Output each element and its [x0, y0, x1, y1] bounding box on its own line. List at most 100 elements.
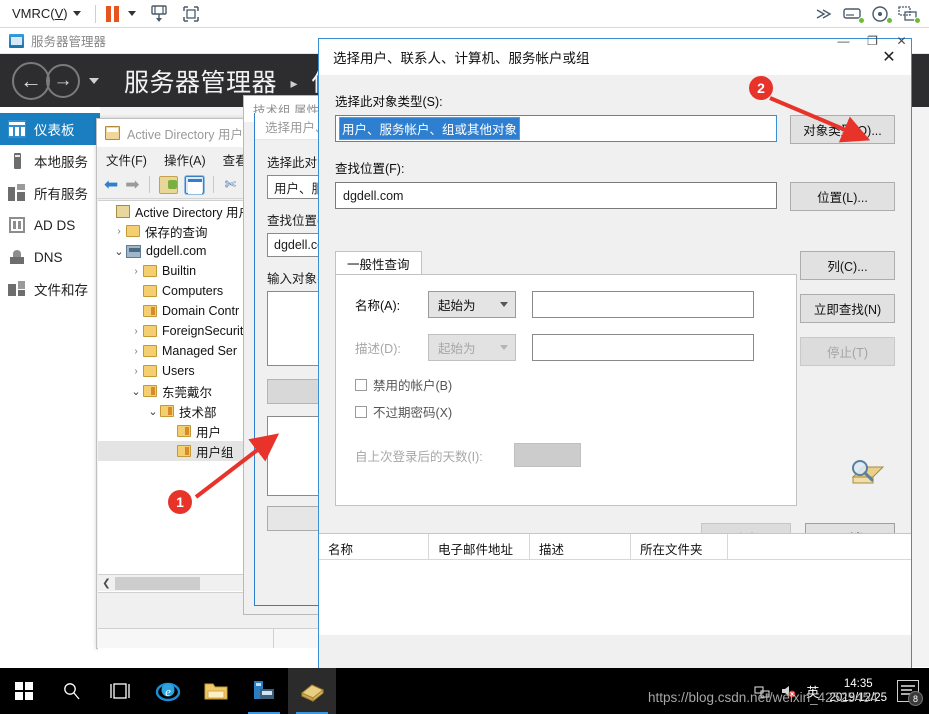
vmrc-toolbar: VMRC(V) [0, 0, 929, 28]
locations-button[interactable]: 位置(L)... [790, 182, 895, 211]
object-types-button[interactable]: 对象类型(O)... [790, 115, 895, 144]
network-adapter-icon[interactable] [897, 4, 921, 24]
breadcrumb: 服务器管理器 ▸ 仪 [124, 63, 337, 99]
chevrons-right-icon[interactable] [813, 4, 837, 24]
folder-icon [143, 365, 157, 377]
folder-icon [143, 285, 157, 297]
menu-action[interactable]: 操作(A) [164, 150, 206, 169]
disabled-accounts-checkbox[interactable] [355, 378, 367, 391]
vmrc-menu-button[interactable]: VMRC(V) [8, 4, 85, 23]
file-explorer-icon[interactable] [192, 668, 240, 714]
days-since-logon-row: 自上次登录后的天数(I): [336, 443, 796, 467]
task-view-icon[interactable] [96, 668, 144, 714]
scroll-left-icon[interactable]: ❮ [98, 578, 115, 589]
select-users-dialog: 选择用户、联系人、计算机、服务帐户或组 ✕ 选择此对象类型(S): 用户、服务帐… [318, 38, 912, 675]
tree-item-label: 技术部 [179, 405, 217, 420]
column-header-name[interactable]: 名称 [319, 534, 429, 559]
annotation-badge-2: 2 [749, 76, 773, 100]
description-input[interactable] [532, 334, 754, 361]
pause-icon[interactable] [105, 5, 119, 22]
minimize-button[interactable]: — [829, 30, 858, 52]
chevron-right-icon[interactable]: › [129, 266, 143, 277]
close-button[interactable]: ✕ [887, 30, 916, 52]
forward-arrow-icon[interactable]: → [46, 63, 80, 98]
column-header-folder[interactable]: 所在文件夹 [631, 534, 728, 559]
non-expiring-password-checkbox[interactable] [355, 405, 367, 418]
location-input[interactable]: dgdell.com [335, 182, 777, 209]
removable-disk-icon[interactable] [841, 4, 865, 24]
column-header-email[interactable]: 电子邮件地址 [429, 534, 530, 559]
sidebar-item-dns[interactable]: DNS [0, 241, 100, 273]
column-header-description[interactable]: 描述 [530, 534, 631, 559]
maximize-button[interactable]: ❐ [858, 30, 887, 52]
tree-item-label: 保存的查询 [145, 225, 208, 240]
chevron-right-icon[interactable]: › [129, 346, 143, 357]
object-type-input[interactable]: 用户、服务帐户、组或其他对象 [335, 115, 777, 142]
back-arrow-icon[interactable]: ⬅ [104, 176, 118, 193]
chevron-down-icon[interactable]: ⌄ [112, 245, 126, 258]
server-manager-icon [9, 33, 24, 48]
tree-item-label: Users [162, 364, 195, 378]
description-label: 描述(D): [355, 342, 401, 356]
mmc-console-icon [105, 126, 120, 140]
location-label: 查找位置(F): [335, 162, 405, 176]
internet-explorer-icon[interactable]: e [144, 668, 192, 714]
tree-item-label: 用户组 [196, 445, 234, 460]
chevron-right-icon[interactable]: › [129, 326, 143, 337]
sidebar-item-label: 文件和存 [34, 283, 88, 298]
up-folder-icon[interactable] [158, 175, 178, 194]
divider [212, 176, 214, 193]
fullscreen-icon[interactable] [180, 4, 202, 24]
notification-icon[interactable]: 8 [897, 680, 923, 706]
folder-icon [143, 325, 157, 337]
back-arrow-icon[interactable]: ← [12, 61, 50, 100]
folder-icon [143, 345, 157, 357]
sidebar-item-label: 本地服务 [34, 155, 88, 170]
clock-time: 14:35 [843, 678, 873, 690]
chevron-right-icon[interactable]: › [112, 226, 126, 237]
search-results-table[interactable]: 名称 电子邮件地址 描述 所在文件夹 [319, 533, 911, 635]
name-operator-select[interactable]: 起始为 [428, 291, 516, 318]
folder-icon [126, 225, 140, 237]
ad-root-icon [116, 204, 130, 218]
windows-start-icon[interactable] [0, 668, 48, 714]
scrollbar-thumb[interactable] [115, 576, 200, 590]
name-input[interactable] [532, 291, 754, 318]
forward-arrow-icon[interactable]: ➡ [125, 176, 139, 193]
disabled-accounts-row[interactable]: 禁用的帐户(B) [336, 375, 796, 394]
search-icon[interactable] [48, 668, 96, 714]
chevron-down-icon[interactable]: ⌄ [146, 405, 160, 418]
tree-item-label: 用户 [196, 425, 222, 440]
common-queries-panel: 名称(A): 起始为 描述(D): 起始为 禁用的帐户(B) 不过期密码(X) … [335, 274, 797, 506]
name-operator-value: 起始为 [438, 299, 476, 313]
chevron-right-icon[interactable]: › [129, 366, 143, 377]
sidebar-item-label: DNS [34, 249, 63, 265]
find-now-button[interactable]: 立即查找(N) [800, 294, 895, 323]
sidebar-item-file-storage[interactable]: 文件和存 [0, 273, 100, 305]
sidebar-item-all-servers[interactable]: 所有服务 [0, 177, 100, 209]
chevron-down-icon[interactable] [127, 11, 136, 16]
search-results-header: 名称 电子邮件地址 描述 所在文件夹 [319, 534, 911, 560]
aduc-bottom-strip [98, 628, 344, 648]
description-query-row: 描述(D): 起始为 [336, 334, 796, 361]
ou-folder-icon [143, 305, 157, 317]
chevron-down-icon[interactable]: ⌄ [129, 385, 143, 398]
columns-button[interactable]: 列(C)... [800, 251, 895, 280]
server-manager-window-buttons[interactable]: — ❐ ✕ [829, 30, 916, 52]
sidebar-item-dashboard[interactable]: 仪表板 [0, 113, 100, 145]
mmc-console-icon[interactable] [288, 668, 336, 714]
sidebar-item-ad-ds[interactable]: AD DS [0, 209, 100, 241]
non-expiring-password-row[interactable]: 不过期密码(X) [336, 402, 796, 421]
show-hide-tree-icon[interactable] [184, 175, 204, 194]
chevron-down-icon[interactable] [89, 77, 99, 84]
breadcrumb-root[interactable]: 服务器管理器 [124, 69, 277, 97]
menu-file[interactable]: 文件(F) [106, 150, 147, 169]
object-type-label: 选择此对象类型(S): [335, 95, 443, 109]
send-keys-icon[interactable] [148, 4, 170, 24]
cd-drive-icon[interactable] [869, 4, 893, 24]
sidebar-item-local-server[interactable]: 本地服务 [0, 145, 100, 177]
chevron-down-icon [500, 345, 508, 350]
cut-icon[interactable] [223, 176, 242, 194]
tab-common-queries[interactable]: 一般性查询 [335, 251, 422, 275]
server-manager-icon[interactable] [240, 668, 288, 714]
